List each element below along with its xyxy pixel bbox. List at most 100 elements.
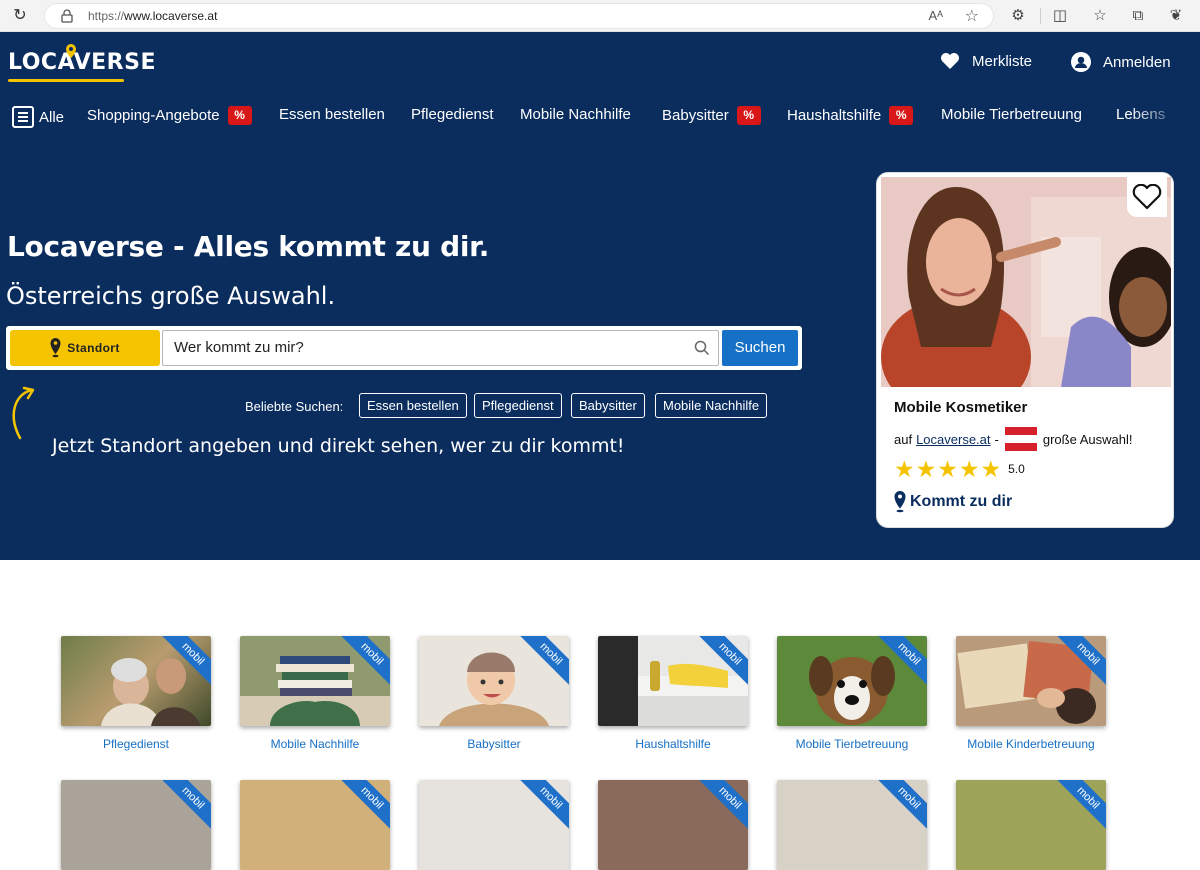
location-pin-icon bbox=[50, 338, 61, 358]
promo-card[interactable]: Mobile Kosmetiker auf Locaverse.at - gro… bbox=[876, 172, 1174, 528]
location-button-label: Standort bbox=[67, 341, 120, 355]
hero-title: Locaverse - Alles kommt zu dir. bbox=[7, 230, 490, 263]
category-label: Mobile Nachhilfe bbox=[270, 737, 360, 751]
popular-chip-babysitter[interactable]: Babysitter bbox=[571, 393, 645, 418]
category-image: mobil bbox=[956, 636, 1106, 726]
nav-item-alle[interactable]: Alle bbox=[12, 106, 64, 128]
category-image: mobil bbox=[956, 780, 1106, 870]
search-input[interactable]: Wer kommt zu mir? bbox=[162, 330, 719, 366]
nav-item-babysitter[interactable]: Babysitter% bbox=[662, 106, 761, 125]
discount-badge: % bbox=[736, 106, 761, 125]
category-label: Babysitter bbox=[467, 737, 521, 751]
nav-label: Essen bestellen bbox=[279, 106, 385, 123]
category-label: Mobile Kinderbetreuung bbox=[967, 737, 1095, 751]
category-nav: Alle Shopping-Angebote% Essen bestellen … bbox=[0, 102, 1200, 132]
nav-item-haushaltshilfe[interactable]: Haushaltshilfe% bbox=[787, 106, 914, 125]
category-tile-row2[interactable]: mobil bbox=[777, 780, 927, 870]
popular-chip-pflegedienst[interactable]: Pflegedienst bbox=[474, 393, 562, 418]
menu-icon bbox=[12, 106, 34, 128]
promo-dash: - bbox=[994, 431, 999, 447]
location-button[interactable]: Standort bbox=[10, 330, 160, 366]
hero-subtitle: Österreichs große Auswahl. bbox=[6, 282, 336, 310]
nav-label: Shopping-Angebote bbox=[87, 107, 220, 124]
favorite-heart-button[interactable] bbox=[1127, 177, 1167, 217]
collections-icon[interactable]: ⧉ bbox=[1128, 6, 1148, 26]
nav-item-shopping[interactable]: Shopping-Angebote% bbox=[87, 106, 252, 125]
category-image: mobil bbox=[777, 780, 927, 870]
mobile-ribbon: mobil bbox=[1053, 780, 1106, 833]
read-aloud-icon[interactable]: Aᴬ bbox=[928, 8, 943, 23]
promo-line: auf Locaverse.at - große Auswahl! bbox=[894, 427, 1132, 451]
category-image: mobil bbox=[598, 780, 748, 870]
category-tile-kinderbetreuung[interactable]: mobil Mobile Kinderbetreuung bbox=[956, 636, 1106, 751]
heart-outline-icon bbox=[1132, 184, 1162, 210]
promo-suffix: große Auswahl! bbox=[1042, 431, 1133, 447]
promo-title: Mobile Kosmetiker bbox=[894, 399, 1028, 416]
category-tile-row2[interactable]: mobil bbox=[598, 780, 748, 870]
split-screen-icon[interactable]: ◫ bbox=[1050, 6, 1070, 26]
search-icon[interactable] bbox=[694, 340, 710, 356]
star-icon: ★ bbox=[958, 456, 980, 482]
toolbar-divider bbox=[1040, 8, 1041, 24]
search-button[interactable]: Suchen bbox=[722, 330, 798, 366]
category-image: mobil bbox=[61, 780, 211, 870]
mobile-ribbon: mobil bbox=[516, 780, 569, 833]
lock-icon bbox=[61, 9, 73, 23]
extensions-icon[interactable]: ⚙ bbox=[1008, 6, 1028, 26]
copilot-icon[interactable]: ❦ bbox=[1166, 6, 1186, 26]
promo-link[interactable]: Locaverse.at bbox=[916, 432, 990, 447]
login-link[interactable]: Anmelden bbox=[1071, 52, 1171, 72]
wishlist-link[interactable]: Merkliste bbox=[940, 52, 1032, 70]
category-tile-row2[interactable]: mobil bbox=[419, 780, 569, 870]
category-image: mobil bbox=[777, 636, 927, 726]
site-header: LOCAVERSE Merkliste Anmelden Alle Shoppi… bbox=[0, 32, 1200, 560]
rating-value: 5.0 bbox=[1008, 462, 1025, 476]
nav-item-nachhilfe[interactable]: Mobile Nachhilfe bbox=[520, 106, 631, 123]
discount-badge: % bbox=[889, 106, 914, 125]
address-bar[interactable]: https://www.locaverse.at Aᴬ ☆ bbox=[44, 3, 994, 29]
reload-icon[interactable]: ↻ bbox=[10, 6, 30, 26]
favorites-icon[interactable]: ☆ bbox=[1090, 6, 1110, 26]
url-text: https://www.locaverse.at bbox=[88, 9, 218, 23]
nav-item-tierbetreuung[interactable]: Mobile Tierbetreuung bbox=[941, 106, 1082, 123]
nav-label: Mobile Nachhilfe bbox=[520, 106, 631, 123]
star-icon: ★ bbox=[894, 456, 915, 482]
browser-toolbar: ↻ https://www.locaverse.at Aᴬ ☆ ⚙ ◫ ☆ ⧉ … bbox=[0, 0, 1200, 32]
category-image: mobil bbox=[240, 636, 390, 726]
star-icon: ★ bbox=[915, 456, 937, 482]
discount-badge: % bbox=[227, 106, 252, 125]
wishlist-label: Merkliste bbox=[972, 52, 1033, 70]
search-bar: Standort Wer kommt zu mir? Suchen bbox=[6, 326, 802, 370]
category-tile-pflegedienst[interactable]: mobil Pflegedienst bbox=[61, 636, 211, 751]
category-image: mobil bbox=[419, 780, 569, 870]
nav-item-essen[interactable]: Essen bestellen bbox=[279, 106, 385, 123]
category-tile-haushaltshilfe[interactable]: mobil Haushaltshilfe bbox=[598, 636, 748, 751]
logo-pin-icon bbox=[66, 44, 76, 58]
nav-label: Babysitter bbox=[662, 107, 729, 124]
category-label: Pflegedienst bbox=[102, 737, 170, 751]
favorite-star-icon[interactable]: ☆ bbox=[965, 6, 979, 26]
nav-item-pflegedienst[interactable]: Pflegedienst bbox=[411, 106, 494, 123]
category-tile-row2[interactable]: mobil bbox=[240, 780, 390, 870]
category-tile-row2[interactable]: mobil bbox=[956, 780, 1106, 870]
nav-fade bbox=[1130, 102, 1200, 132]
category-label: Haushaltshilfe bbox=[635, 737, 711, 751]
category-tile-babysitter[interactable]: mobil Babysitter bbox=[419, 636, 569, 751]
category-tile-nachhilfe[interactable]: mobil Mobile Nachhilfe bbox=[240, 636, 390, 751]
logo[interactable]: LOCAVERSE bbox=[8, 44, 156, 82]
promo-cta[interactable]: Kommt zu dir bbox=[894, 491, 1012, 513]
popular-chip-nachhilfe[interactable]: Mobile Nachhilfe bbox=[655, 393, 768, 418]
login-label: Anmelden bbox=[1103, 53, 1171, 71]
category-image: mobil bbox=[61, 636, 211, 726]
search-placeholder: Wer kommt zu mir? bbox=[174, 339, 304, 356]
category-tile-tierbetreuung[interactable]: mobil Mobile Tierbetreuung bbox=[777, 636, 927, 751]
logo-underline bbox=[8, 79, 124, 82]
location-pin-icon bbox=[894, 491, 906, 513]
nav-label: Alle bbox=[39, 108, 65, 126]
popular-chip-essen[interactable]: Essen bestellen bbox=[359, 393, 467, 418]
nav-label: Haushaltshilfe bbox=[787, 107, 882, 124]
mobile-ribbon: mobil bbox=[695, 780, 748, 833]
category-tile-row2[interactable]: mobil bbox=[61, 780, 211, 870]
mobile-ribbon: mobil bbox=[337, 780, 390, 833]
locate-hint: Jetzt Standort angeben und direkt sehen,… bbox=[52, 435, 625, 457]
